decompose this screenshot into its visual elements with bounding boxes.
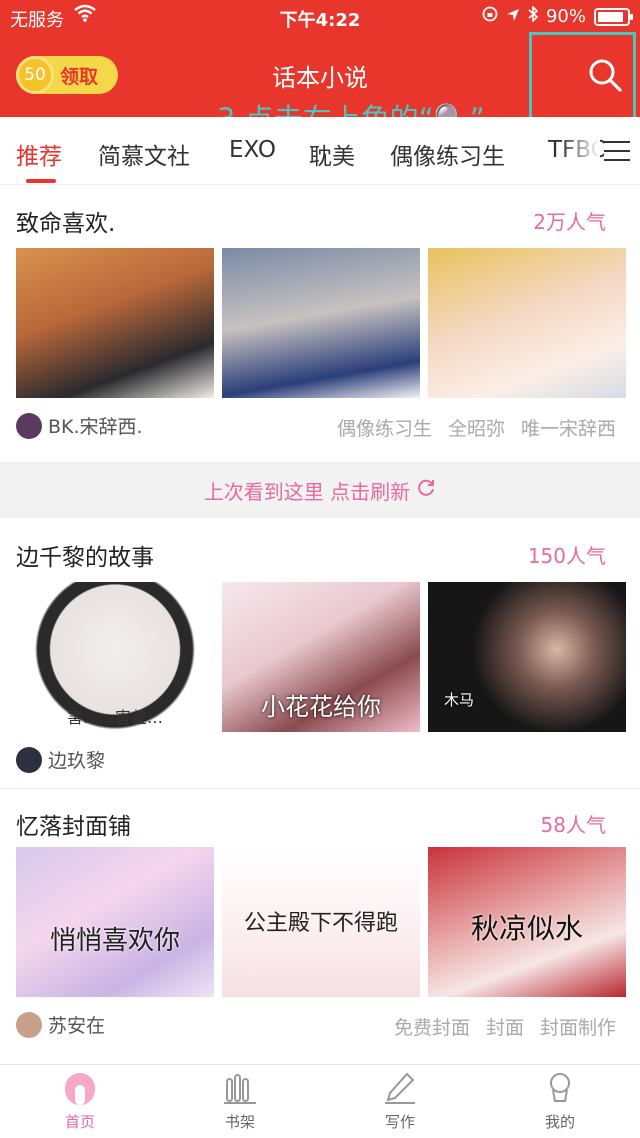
cover-image[interactable] (16, 248, 214, 398)
orientation-lock-icon (482, 6, 498, 27)
bluetooth-icon (528, 5, 539, 27)
bookshelf-icon (222, 1071, 258, 1105)
tab-danmei[interactable]: 耽美 (309, 137, 355, 171)
story-card[interactable]: 致命喜欢. 2万人气 BK.宋辞西. 偶像练习生 全昭弥 唯一宋辞西 (0, 186, 640, 462)
avatar (16, 746, 42, 773)
avatar (16, 412, 42, 439)
location-icon (506, 6, 520, 27)
popularity-count: 150人气 (527, 544, 606, 568)
nav-label: 书架 (224, 1113, 255, 1131)
author-link[interactable]: 边玖黎 (16, 746, 105, 773)
status-bar: 无服务 下午4:22 90% (0, 0, 640, 34)
battery-percent: 90% (545, 6, 586, 27)
battery-icon (594, 7, 633, 26)
pen-icon (382, 1071, 418, 1105)
author-name: BK.宋辞西. (48, 416, 143, 438)
avatar (16, 1011, 42, 1038)
tag[interactable]: 封面 (486, 1013, 524, 1040)
tag[interactable]: 全昭弥 (448, 414, 505, 441)
tag[interactable]: 偶像练习生 (337, 414, 432, 441)
menu-icon[interactable] (604, 141, 630, 161)
profile-icon (542, 1071, 578, 1105)
author-link[interactable]: BK.宋辞西. (16, 412, 143, 439)
popularity-count: 2万人气 (533, 210, 606, 234)
tab-exo[interactable]: EXO (229, 137, 276, 163)
nav-label: 写作 (384, 1113, 415, 1131)
nav-label: 我的 (544, 1113, 575, 1131)
story-title[interactable]: 忆落封面铺 (16, 807, 131, 841)
cover-image[interactable]: 秋凉似水 (428, 847, 626, 997)
nav-label: 首页 (64, 1113, 95, 1131)
refresh-label: 上次看到这里 点击刷新 (203, 479, 411, 504)
tab-jianmu[interactable]: 简慕文社 (98, 137, 190, 171)
refresh-bar[interactable]: 上次看到这里 点击刷新 (0, 462, 640, 518)
active-tab-indicator (26, 179, 56, 183)
tag[interactable]: 免费封面 (394, 1013, 470, 1040)
bottom-nav: 首页 书架 写作 我的 (0, 1064, 640, 1138)
tag-list: 免费封面 封面 封面制作 (394, 1013, 616, 1040)
tab-recommend[interactable]: 推荐 (16, 137, 62, 171)
cover-image[interactable]: 害……害羞… (16, 582, 214, 732)
cover-image[interactable] (222, 248, 420, 398)
nav-home[interactable]: 首页 (30, 1071, 130, 1132)
popularity-count: 58人气 (540, 813, 606, 837)
cover-image[interactable] (428, 248, 626, 398)
nav-write[interactable]: 写作 (350, 1071, 450, 1132)
home-icon (62, 1071, 98, 1105)
story-card[interactable]: 边千黎的故事 150人气 害……害羞… 小花花给你 木马 边玖黎 (0, 520, 640, 788)
author-name: 边玖黎 (48, 750, 106, 772)
cover-image[interactable]: 悄悄喜欢你 (16, 847, 214, 997)
author-link[interactable]: 苏安在 (16, 1011, 105, 1038)
story-title[interactable]: 致命喜欢. (16, 204, 115, 238)
cover-image[interactable]: 公主殿下不得跑 (222, 847, 420, 997)
tag[interactable]: 封面制作 (540, 1013, 616, 1040)
author-name: 苏安在 (48, 1015, 106, 1037)
nav-bookshelf[interactable]: 书架 (190, 1071, 290, 1132)
story-card[interactable]: 忆落封面铺 58人气 悄悄喜欢你 公主殿下不得跑 秋凉似水 苏安在 免费封面 封… (0, 789, 640, 1063)
tab-idol-producer[interactable]: 偶像练习生 (390, 137, 505, 171)
tag[interactable]: 唯一宋辞西 (521, 414, 616, 441)
cover-image[interactable]: 木马 (428, 582, 626, 732)
tag-list: 偶像练习生 全昭弥 唯一宋辞西 (337, 414, 616, 441)
category-tabs: 推荐 简慕文社 EXO 耽美 偶像练习生 TFBO (0, 117, 640, 185)
story-title[interactable]: 边千黎的故事 (16, 538, 154, 572)
refresh-icon (416, 478, 436, 503)
cover-image[interactable]: 小花花给你 (222, 582, 420, 732)
nav-profile[interactable]: 我的 (510, 1071, 610, 1132)
